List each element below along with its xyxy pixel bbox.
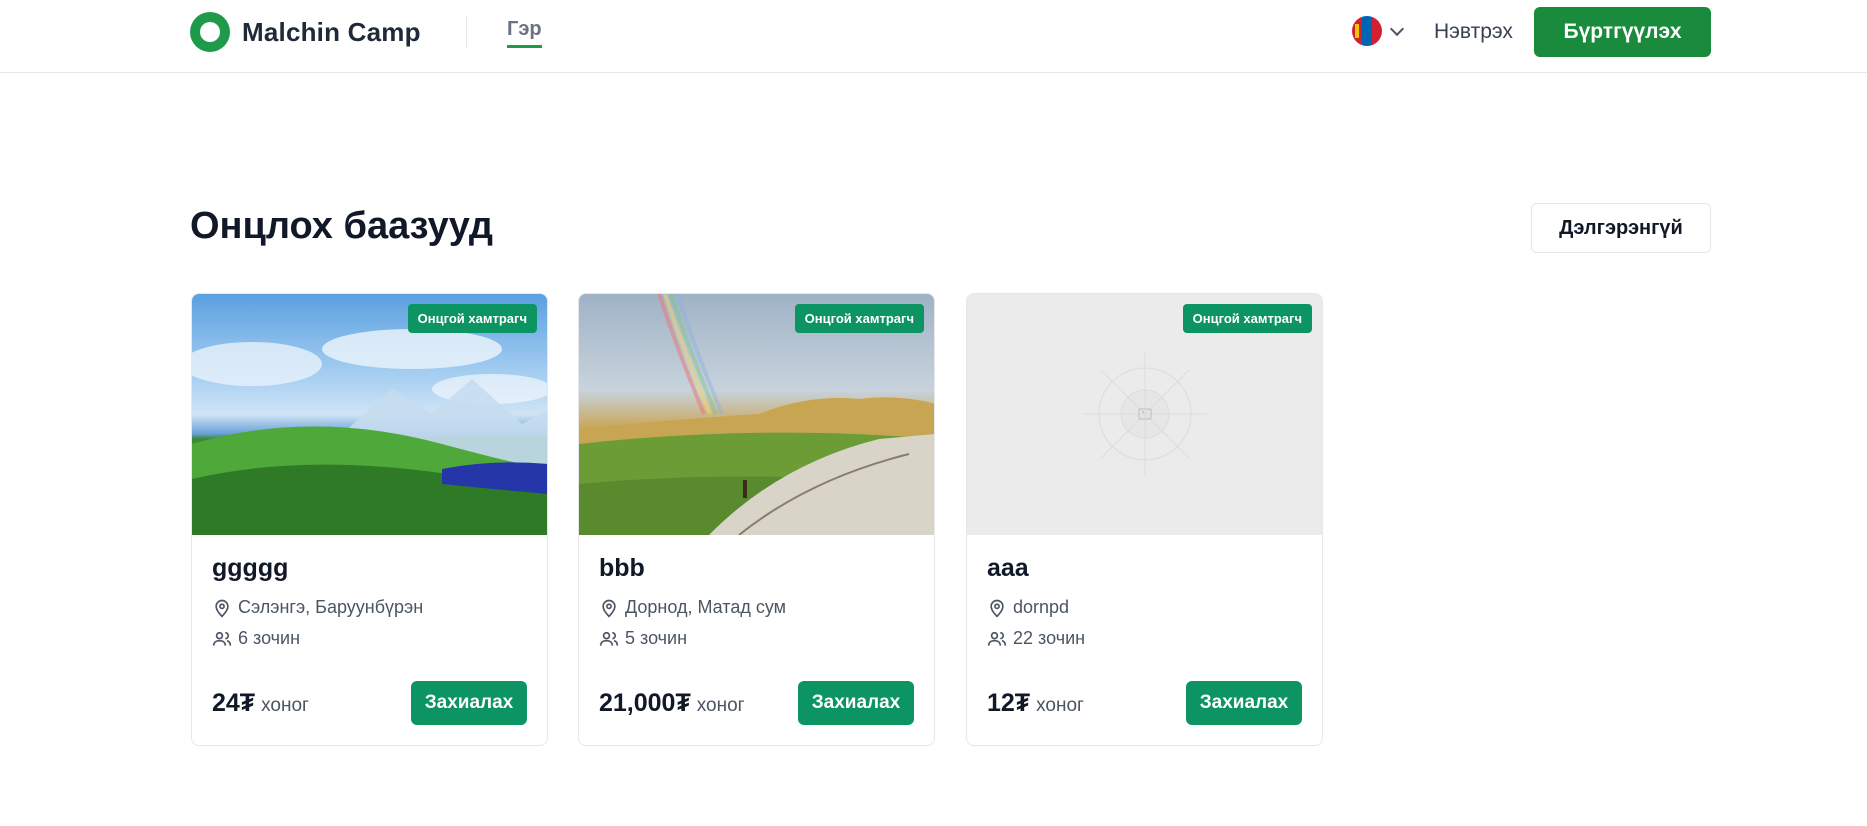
camp-name: ggggg: [212, 554, 289, 582]
camp-location: Дорнод, Матад сум: [599, 597, 914, 618]
location-pin-icon: [602, 599, 616, 617]
brand-logo-link[interactable]: Malchin Camp: [190, 12, 421, 52]
price: 12₮ хоног: [987, 689, 1084, 718]
price-unit: хоног: [1036, 694, 1084, 716]
nav-divider: [466, 16, 467, 48]
camp-card[interactable]: Онцгой хамтрагч ggggg Сэлэнгэ, Баруунбүр…: [191, 293, 548, 746]
section-title: Онцлох баазууд: [190, 205, 494, 247]
users-icon: [599, 631, 619, 646]
camp-image-placeholder: Онцгой хамтрагч: [967, 294, 1322, 535]
brand-name: Malchin Camp: [242, 16, 421, 47]
capacity-text: 5 зочин: [625, 628, 688, 648]
location-text: Сэлэнгэ, Баруунбүрэн: [238, 597, 424, 617]
partner-badge: Онцгой хамтрагч: [1182, 304, 1312, 333]
price-value: 12₮: [987, 688, 1031, 717]
location-text: dornpd: [1013, 597, 1070, 617]
camp-capacity: 6 зочин: [212, 628, 527, 649]
logo-icon: [190, 12, 230, 52]
price-value: 21,000₮: [599, 688, 691, 717]
more-button[interactable]: Дэлгэрэнгүй: [1531, 203, 1711, 253]
camp-card[interactable]: Онцгой хамтрагч bbb Дорнод, Матад сум 5 …: [578, 293, 935, 746]
price-unit: хоног: [261, 694, 309, 716]
signup-button[interactable]: Бүртгүүлэх: [1534, 7, 1711, 57]
capacity-text: 22 зочин: [1013, 628, 1086, 648]
camp-location: dornpd: [987, 597, 1302, 618]
mongolia-flag-icon: [1352, 16, 1382, 46]
partner-badge: Онцгой хамтрагч: [794, 304, 924, 333]
users-icon: [212, 631, 232, 646]
camp-name: aaa: [987, 554, 1029, 582]
location-pin-icon: [990, 599, 1004, 617]
location-text: Дорнод, Матад сум: [625, 597, 787, 617]
camp-card[interactable]: Онцгой хамтрагч aaa dornpd 22 зочин 12₮ …: [966, 293, 1323, 746]
book-button[interactable]: Захиалах: [1186, 681, 1302, 725]
price: 21,000₮ хоног: [599, 689, 745, 718]
location-pin-icon: [215, 599, 229, 617]
chevron-down-icon: [1389, 21, 1405, 37]
login-link[interactable]: Нэвтрэх: [1434, 20, 1513, 44]
camp-capacity: 22 зочин: [987, 628, 1302, 649]
capacity-text: 6 зочин: [238, 628, 301, 648]
price-unit: хоног: [696, 694, 745, 716]
users-icon: [987, 631, 1007, 646]
camp-capacity: 5 зочин: [599, 628, 914, 649]
price-value: 24₮: [212, 688, 256, 717]
book-button[interactable]: Захиалах: [411, 681, 527, 725]
price: 24₮ хоног: [212, 689, 309, 718]
camp-location: Сэлэнгэ, Баруунбүрэн: [212, 597, 527, 618]
camp-name: bbb: [599, 554, 645, 582]
top-nav: Malchin Camp Гэр Нэвтрэх Бүртгүүлэх: [0, 0, 1867, 73]
camp-image: Онцгой хамтрагч: [192, 294, 547, 535]
book-button[interactable]: Захиалах: [798, 681, 914, 725]
nav-link-home[interactable]: Гэр: [507, 18, 542, 48]
partner-badge: Онцгой хамтрагч: [407, 304, 537, 333]
language-selector[interactable]: [1352, 16, 1405, 46]
camp-image: Онцгой хамтрагч: [579, 294, 934, 535]
